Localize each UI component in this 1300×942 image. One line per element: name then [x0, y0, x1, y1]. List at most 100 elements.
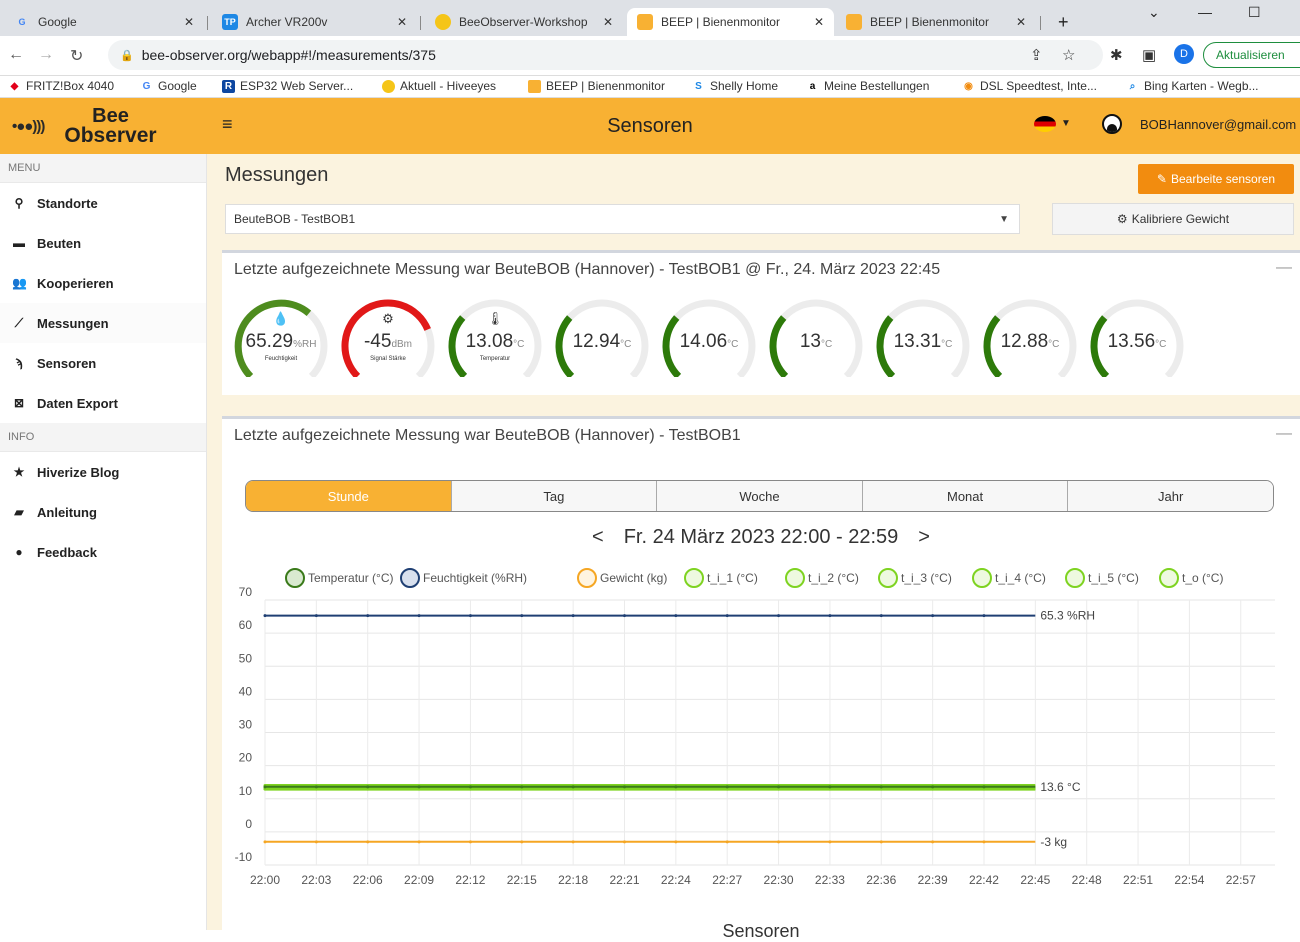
date-navigator: < Fr. 24 März 2023 22:00 - 22:59 >	[222, 526, 1300, 549]
bee-observer-logo[interactable]: •●●))) Bee Observer	[0, 98, 207, 154]
extensions-icon[interactable]: ✱	[1110, 46, 1123, 64]
tab-search-icon[interactable]: ⌄	[1148, 4, 1160, 21]
search-icon: ⌕	[1129, 80, 1136, 92]
bookmark-hiveeyes[interactable]: Aktuell - Hiveeyes	[382, 79, 496, 93]
sidebar-item-sensoren[interactable]: ϡ Sensoren	[0, 343, 206, 383]
next-period-button[interactable]: >	[918, 526, 930, 549]
reload-icon[interactable]: ↻	[70, 46, 83, 66]
tab-stunde[interactable]: Stunde	[246, 481, 451, 511]
tab-woche[interactable]: Woche	[656, 481, 862, 511]
user-icon[interactable]	[1102, 114, 1122, 134]
data-point	[982, 785, 986, 789]
series-end-label: 65.3 %RH	[1040, 609, 1095, 623]
legend-label: Temperatur (°C)	[308, 571, 393, 585]
gauge-unit: °C	[727, 339, 739, 350]
maximize-icon[interactable]: ☐	[1248, 4, 1261, 21]
data-point	[674, 840, 678, 844]
bookmark-label: Shelly Home	[710, 79, 779, 93]
close-icon[interactable]: ✕	[814, 15, 824, 29]
edit-sensors-button[interactable]: ✎ Bearbeite sensoren	[1138, 164, 1294, 194]
data-point	[571, 840, 575, 844]
bookmark-fritzbox[interactable]: ◆ FRITZ!Box 4040	[8, 79, 114, 93]
user-email[interactable]: BOBHannover@gmail.com	[1140, 117, 1296, 132]
browser-tab-google[interactable]: G Google ✕	[4, 8, 204, 36]
sidebar-item-kooperieren[interactable]: 👥 Kooperieren	[0, 263, 206, 303]
chevron-down-icon[interactable]: ▼	[1061, 118, 1071, 129]
bookmark-esp32[interactable]: R ESP32 Web Server...	[222, 79, 353, 93]
bookmark-google[interactable]: G Google	[140, 79, 197, 93]
data-point	[468, 840, 472, 844]
tab-jahr[interactable]: Jahr	[1067, 481, 1273, 511]
data-point	[571, 785, 575, 789]
forward-icon[interactable]: →	[38, 46, 54, 64]
tab-monat[interactable]: Monat	[861, 481, 1068, 511]
sidebar-item-beuten[interactable]: ▬ Beuten	[0, 223, 206, 263]
hive-select[interactable]: BeuteBOB - TestBOB1 ▼	[225, 204, 1020, 234]
close-icon[interactable]: ✕	[184, 15, 194, 29]
sidebar-item-feedback[interactable]: ● Feedback	[0, 532, 206, 572]
back-icon[interactable]: ←	[8, 46, 24, 64]
speedtest-icon: ◉	[964, 80, 973, 92]
humidity-icon: 💧	[272, 311, 290, 326]
close-icon[interactable]: ✕	[603, 15, 613, 29]
bookmark-speedtest[interactable]: ◉ DSL Speedtest, Inte...	[962, 79, 1097, 93]
gauge-unit: °C	[941, 339, 953, 350]
previous-period-button[interactable]: <	[592, 526, 604, 549]
tab-tag[interactable]: Tag	[450, 481, 657, 511]
browser-tab-archer[interactable]: TP Archer VR200v ✕	[212, 8, 417, 36]
close-icon[interactable]: ✕	[397, 15, 407, 29]
url-text: bee-observer.org/webapp#!/measurements/3…	[141, 47, 436, 63]
bookmark-bing-maps[interactable]: ⌕ Bing Karten - Wegb...	[1126, 79, 1259, 93]
german-flag-icon[interactable]	[1034, 116, 1056, 132]
bookmark-label: Bing Karten - Wegb...	[1144, 79, 1259, 93]
data-point	[314, 785, 318, 789]
x-tick-label: 22:51	[1123, 873, 1153, 887]
update-button[interactable]: Aktualisieren	[1203, 42, 1300, 68]
sidebar-item-anleitung[interactable]: ▰ Anleitung	[0, 492, 206, 532]
data-point	[468, 785, 472, 789]
sidebar-item-label: Kooperieren	[37, 275, 114, 291]
gauge: 13.56°C	[1088, 297, 1186, 377]
gauge-unit: dBm	[391, 339, 413, 350]
collapse-icon[interactable]: —	[1276, 425, 1292, 443]
menu-toggle-icon[interactable]: ≡	[222, 114, 233, 135]
bookmark-star-icon[interactable]: ☆	[1062, 46, 1075, 64]
bookmark-amazon[interactable]: a Meine Bestellungen	[806, 79, 930, 93]
address-toolbar: ← → ↻ 🔒 bee-observer.org/webapp#!/measur…	[0, 36, 1300, 76]
y-tick-label: 70	[239, 585, 253, 599]
bookmark-beep[interactable]: BEEP | Bienenmonitor	[528, 79, 665, 93]
data-point	[725, 614, 729, 618]
sidebar-item-daten-export[interactable]: ⊠ Daten Export	[0, 383, 206, 423]
data-point	[674, 785, 678, 789]
minimize-icon[interactable]: —	[1198, 4, 1212, 20]
browser-tab-beep-active[interactable]: BEEP | Bienenmonitor ✕	[627, 8, 834, 36]
browser-tab-workshop[interactable]: BeeObserver-Workshop ✕	[425, 8, 623, 36]
data-point	[622, 840, 626, 844]
url-bar[interactable]: 🔒 bee-observer.org/webapp#!/measurements…	[108, 40, 1103, 70]
share-icon[interactable]: ⇪	[1030, 46, 1043, 64]
gauge: 💧 65.29%RH Feuchtigkeit	[232, 297, 330, 377]
last-measurement-panel: Letzte aufgezeichnete Messung war BeuteB…	[222, 250, 1300, 395]
logo-line2: Observer	[64, 124, 157, 147]
close-icon[interactable]: ✕	[1016, 15, 1026, 29]
side-panel-icon[interactable]: ▣	[1142, 46, 1156, 64]
bookmarks-bar: ◆ FRITZ!Box 4040 G Google R ESP32 Web Serve…	[0, 76, 1300, 98]
tab-separator	[207, 16, 208, 30]
calibrate-weight-button[interactable]: ⚙ Kalibriere Gewicht	[1052, 203, 1294, 235]
collapse-icon[interactable]: —	[1276, 259, 1292, 277]
x-tick-label: 22:27	[712, 873, 742, 887]
new-tab-icon[interactable]: +	[1058, 12, 1069, 33]
legend-swatch	[1065, 568, 1085, 588]
sidebar-item-messungen[interactable]: ⟋ Messungen	[0, 303, 206, 343]
google-icon: G	[18, 17, 26, 27]
bookmark-shelly[interactable]: S Shelly Home	[692, 79, 778, 93]
profile-avatar[interactable]: D	[1174, 44, 1194, 64]
browser-tab-beep[interactable]: BEEP | Bienenmonitor ✕	[836, 8, 1036, 36]
gauge-unit: °C	[513, 339, 525, 350]
bookmark-label: FRITZ!Box 4040	[26, 79, 115, 93]
data-point	[520, 614, 524, 618]
sidebar-item-hiverize-blog[interactable]: ★ Hiverize Blog	[0, 452, 206, 492]
bee-logo-icon: •●●)))	[12, 117, 45, 135]
app-header: •●●))) Bee Observer ≡ Sensoren ▼ BOBHann…	[0, 98, 1300, 154]
sidebar-item-standorte[interactable]: ⚲ Standorte	[0, 183, 206, 223]
